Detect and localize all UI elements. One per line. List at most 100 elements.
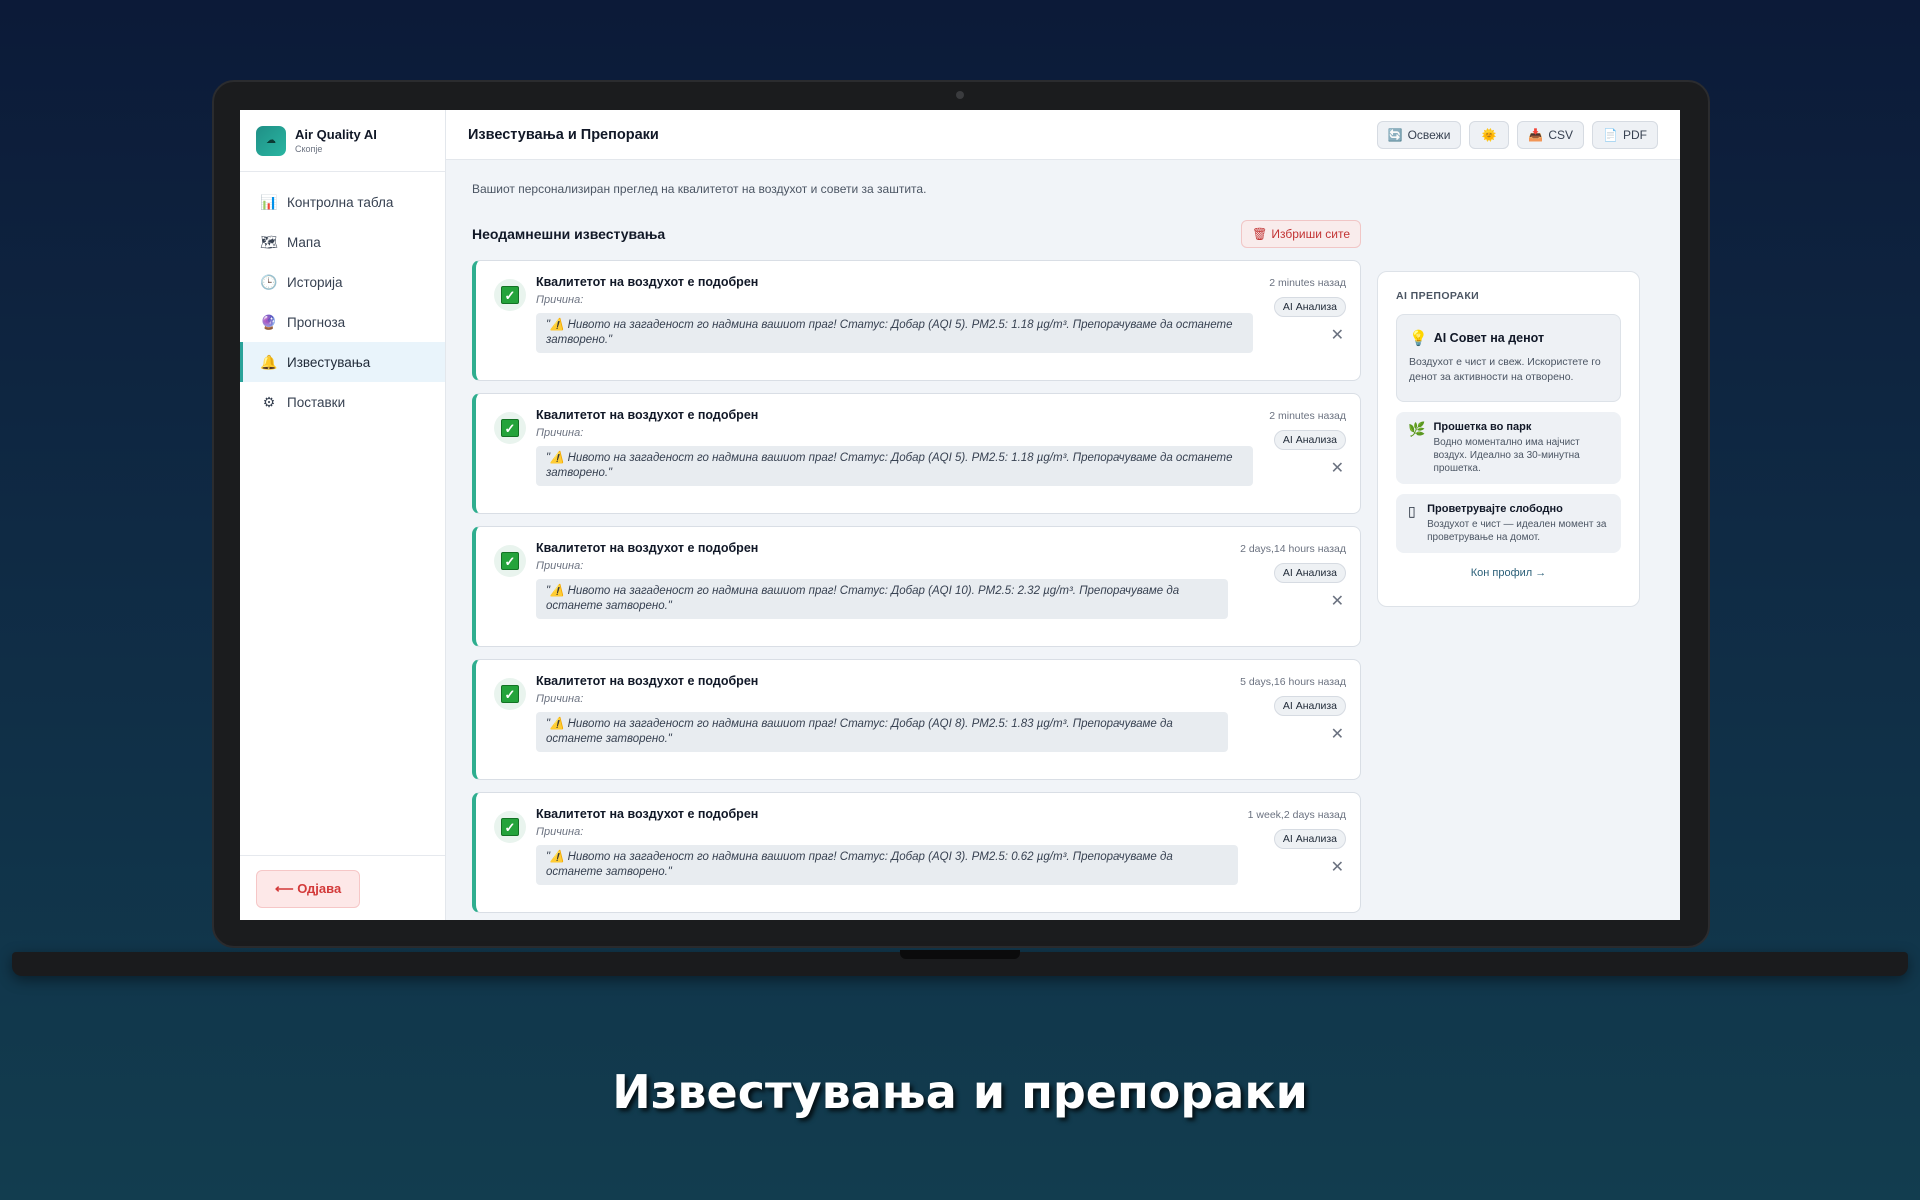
alert-message: "⚠️ Нивото на загаденост го надмина ваши… <box>536 845 1238 885</box>
ai-analysis-badge: AI Анализа <box>1273 829 1346 849</box>
tip-text: Воздухот е чист и свеж. Искористете го д… <box>1409 356 1601 383</box>
recommendation-item: 🌿 Прошетка во парк Водно моментално има … <box>1396 412 1621 484</box>
brand[interactable]: ☁ Air Quality AI Скопје <box>240 110 445 172</box>
ai-recommendations-panel: AI ПРЕПОРАКИ 💡 AI Совет на денот Воздухо… <box>1377 271 1640 607</box>
check-icon: ✓ <box>494 811 526 843</box>
ai-analysis-badge: AI Анализа <box>1273 696 1346 716</box>
section-title: Неодамнешни известувања <box>472 226 666 242</box>
ai-tip-card: 💡 AI Совет на денот Воздухот е чист и св… <box>1396 314 1621 402</box>
ai-analysis-badge: AI Анализа <box>1273 297 1346 317</box>
csv-label: CSV <box>1548 127 1574 142</box>
alert-timestamp: 5 days,16 hours назад <box>1240 676 1346 688</box>
check-icon: ✓ <box>494 412 526 444</box>
alert-message: "⚠️ Нивото на загаденост го надмина ваши… <box>536 313 1253 353</box>
page-title: Известувања и Препораки <box>468 126 659 143</box>
bar-chart-icon: 📊 <box>260 193 278 210</box>
sidebar-item-label: Известувања <box>287 354 371 370</box>
map-icon: 🗺 <box>260 233 278 250</box>
app-screen: ☁ Air Quality AI Скопје 📊 Контролна табл… <box>240 110 1680 920</box>
close-icon[interactable]: ✕ <box>1331 325 1344 345</box>
app-logo-icon: ☁ <box>256 125 286 156</box>
download-icon: 📥 <box>1528 127 1544 142</box>
crystal-ball-icon: 🔮 <box>260 313 278 330</box>
sidebar-item-label: Историја <box>287 274 343 290</box>
sidebar-item-label: Контролна табла <box>287 194 394 210</box>
check-icon: ✓ <box>494 545 526 577</box>
alert-card: ✓ Квалитетот на воздухот е подобрен Прич… <box>472 792 1361 913</box>
leaf-icon: 🌿 <box>1408 421 1426 437</box>
sidebar-item-label: Поставки <box>287 394 346 410</box>
alert-reason-label: Причина: <box>536 294 584 306</box>
alert-card: ✓ Квалитетот на воздухот е подобрен Прич… <box>472 260 1361 381</box>
toolbar-actions: 🔄 Освежи 🌞 📥 CSV 📄 PDF <box>1376 120 1658 149</box>
recommendation-title: Прошетка во парк <box>1433 421 1532 433</box>
alert-reason-label: Причина: <box>536 826 584 838</box>
webcam <box>956 91 964 99</box>
alert-card: ✓ Квалитетот на воздухот е подобрен Прич… <box>472 659 1361 780</box>
alert-message: "⚠️ Нивото на загаденост го надмина ваши… <box>536 579 1228 619</box>
sidebar-nav: 📊 Контролна табла 🗺 Мапа 🕒 Историја 🔮 Пр… <box>240 172 445 422</box>
sidebar-item-settings[interactable]: ⚙ Поставки <box>240 382 445 422</box>
alerts-list: ✓ Квалитетот на воздухот е подобрен Прич… <box>472 260 1361 913</box>
alert-card: ✓ Квалитетот на воздухот е подобрен Прич… <box>472 526 1361 647</box>
page-subtitle: Вашиот персонализиран преглед на квалите… <box>472 182 927 196</box>
close-icon[interactable]: ✕ <box>1331 857 1344 877</box>
csv-export-button[interactable]: 📥 CSV <box>1517 120 1585 149</box>
alert-title: Квалитетот на воздухот е подобрен <box>536 674 759 688</box>
laptop-notch <box>900 950 1020 959</box>
sidebar-item-label: Прогноза <box>287 314 346 330</box>
logout-button[interactable]: ⟵ Одјава <box>256 870 361 908</box>
tip-title: AI Совет на денот <box>1433 331 1545 345</box>
recommendations-title: AI ПРЕПОРАКИ <box>1396 290 1480 302</box>
alert-title: Квалитетот на воздухот е подобрен <box>536 541 759 555</box>
refresh-label: Освежи <box>1407 127 1451 142</box>
alert-reason-label: Причина: <box>536 560 584 572</box>
alert-title: Квалитетот на воздухот е подобрен <box>536 275 759 289</box>
recommendation-text: Водно моментално има најчист воздух. Иде… <box>1433 437 1580 474</box>
sidebar-item-history[interactable]: 🕒 Историја <box>240 262 445 302</box>
lightbulb-icon: 💡 <box>1409 330 1428 347</box>
sidebar-footer: ⟵ Одјава <box>240 855 445 920</box>
theme-toggle-button[interactable]: 🌞 <box>1469 120 1510 149</box>
window-icon: ▯ <box>1408 503 1416 519</box>
alert-title: Квалитетот на воздухот е подобрен <box>536 807 759 821</box>
main-panel: Известувања и Препораки 🔄 Освежи 🌞 📥 CSV… <box>446 110 1680 920</box>
close-icon[interactable]: ✕ <box>1331 724 1344 744</box>
profile-link[interactable]: Кон профил → <box>1396 567 1621 579</box>
pdf-export-button[interactable]: 📄 PDF <box>1592 120 1658 149</box>
content-area: Вашиот персонализиран преглед на квалите… <box>446 160 1680 920</box>
gear-icon: ⚙ <box>262 393 276 410</box>
sun-icon: 🌞 <box>1481 127 1497 142</box>
recommendation-title: Проветрувајте слободно <box>1427 503 1563 515</box>
refresh-button[interactable]: 🔄 Освежи <box>1376 120 1462 149</box>
refresh-icon: 🔄 <box>1387 127 1403 142</box>
close-icon[interactable]: ✕ <box>1331 458 1344 478</box>
alert-title: Квалитетот на воздухот е подобрен <box>536 408 759 422</box>
clear-all-button[interactable]: 🗑 Избриши сите <box>1241 220 1361 248</box>
bell-icon: 🔔 <box>260 353 278 370</box>
sidebar-item-notifications[interactable]: 🔔 Известувања <box>240 342 445 382</box>
pdf-label: PDF <box>1623 127 1647 142</box>
alert-timestamp: 2 days,14 hours назад <box>1240 543 1346 555</box>
ai-analysis-badge: AI Анализа <box>1273 563 1346 583</box>
ai-analysis-badge: AI Анализа <box>1273 430 1346 450</box>
app-name: Air Quality AI <box>295 127 377 142</box>
alert-reason-label: Причина: <box>536 427 584 439</box>
alert-reason-label: Причина: <box>536 693 584 705</box>
check-icon: ✓ <box>494 678 526 710</box>
recommendation-item: ▯ Проветрувајте слободно Воздухот е чист… <box>1396 494 1621 553</box>
sidebar-item-dashboard[interactable]: 📊 Контролна табла <box>240 182 445 222</box>
clear-all-label: Избриши сите <box>1271 227 1350 241</box>
alert-message: "⚠️ Нивото на загаденост го надмина ваши… <box>536 446 1253 486</box>
alert-message: "⚠️ Нивото на загаденост го надмина ваши… <box>536 712 1228 752</box>
alert-timestamp: 2 minutes назад <box>1269 410 1346 422</box>
sidebar: ☁ Air Quality AI Скопје 📊 Контролна табл… <box>240 110 446 920</box>
slide-caption: Известувања и препораки <box>612 1065 1308 1119</box>
sidebar-item-map[interactable]: 🗺 Мапа <box>240 222 445 262</box>
check-icon: ✓ <box>494 279 526 311</box>
trash-icon: 🗑 <box>1252 227 1268 241</box>
sidebar-item-forecast[interactable]: 🔮 Прогноза <box>240 302 445 342</box>
alert-timestamp: 2 minutes назад <box>1269 277 1346 289</box>
close-icon[interactable]: ✕ <box>1331 591 1344 611</box>
topbar: Известувања и Препораки 🔄 Освежи 🌞 📥 CSV… <box>446 110 1680 160</box>
